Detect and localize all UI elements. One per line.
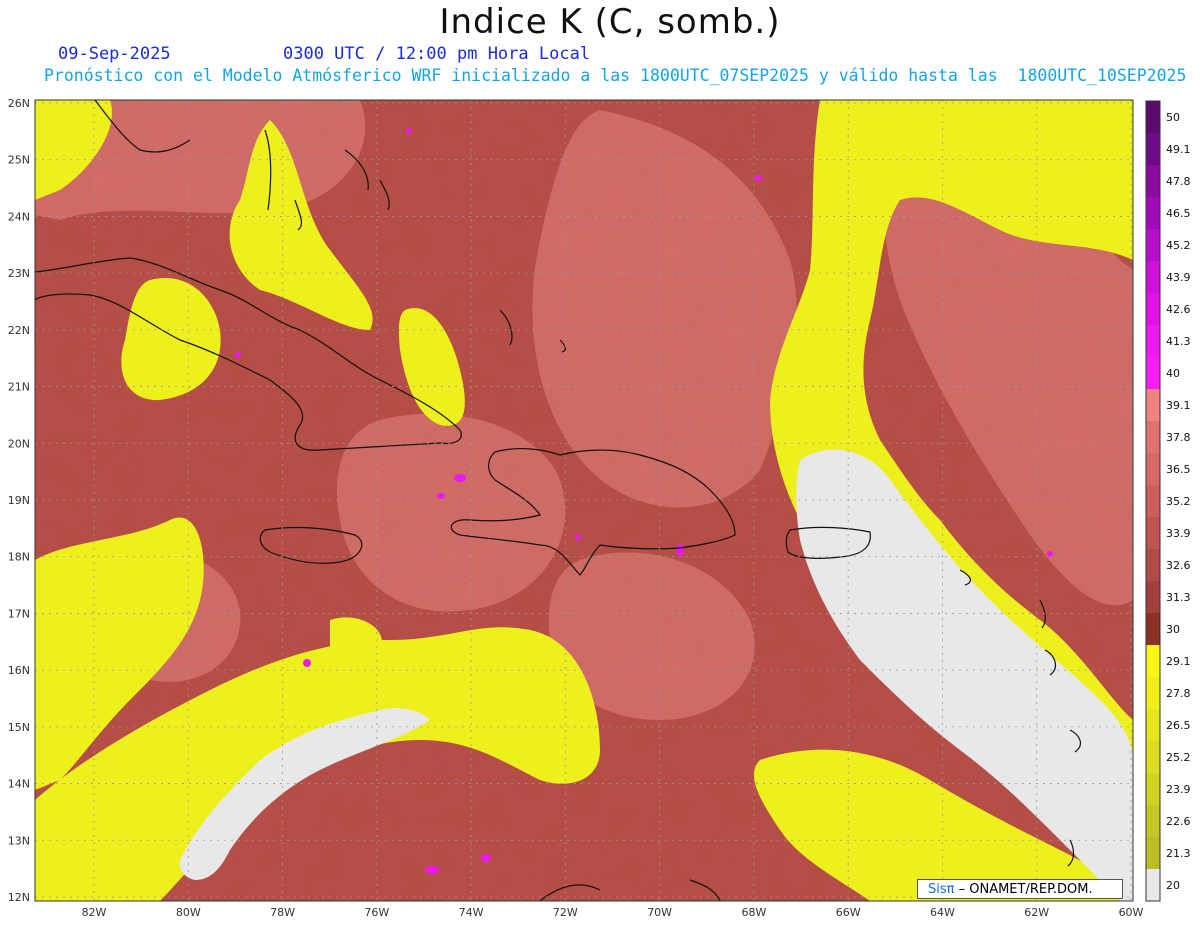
lat-tick-label: 25N <box>8 154 30 167</box>
colorbar-label: 37.8 <box>1166 431 1191 444</box>
lon-tick-label: 62W <box>1024 906 1049 919</box>
lat-tick-label: 17N <box>8 607 30 620</box>
colorbar-swatch <box>1146 261 1160 294</box>
lon-tick-label: 74W <box>459 906 484 919</box>
colorbar-swatch <box>1146 773 1160 806</box>
colorbar-label: 26.5 <box>1166 719 1191 732</box>
lat-tick-label: 23N <box>8 267 30 280</box>
colorbar-label: 21.3 <box>1166 847 1191 860</box>
colorbar-swatch <box>1146 293 1160 326</box>
colorbar-label: 25.2 <box>1166 751 1191 764</box>
colorbar-swatch <box>1146 805 1160 838</box>
lon-tick-label: 70W <box>647 906 672 919</box>
lat-tick-label: 26N <box>8 97 30 110</box>
map-title: Indice K (C, somb.) <box>439 2 781 42</box>
colorbar-swatch <box>1146 645 1160 678</box>
colorbar-label: 49.1 <box>1166 143 1191 156</box>
colorbar-label: 29.1 <box>1166 655 1191 668</box>
colorbar-label: 23.9 <box>1166 783 1191 796</box>
colorbar: 50 49.1 47.8 46.5 45.2 43.9 42.6 41.3 40 39.1 37.8… <box>1145 100 1191 902</box>
colorbar-swatch <box>1146 869 1160 902</box>
lon-tick-label: 68W <box>741 906 766 919</box>
colorbar-swatch <box>1146 549 1160 582</box>
colorbar-label: 31.3 <box>1166 591 1191 604</box>
colorbar-swatch <box>1146 581 1160 614</box>
colorbar-swatch <box>1146 229 1160 262</box>
lat-tick-label: 14N <box>8 778 30 791</box>
credit-brand: Sisπ <box>928 882 955 897</box>
colorbar-swatch <box>1146 485 1160 518</box>
lon-tick-label: 60W <box>1119 906 1144 919</box>
colorbar-label: 39.1 <box>1166 399 1191 412</box>
colorbar-swatch <box>1146 517 1160 550</box>
credit-text: – ONAMET/REP.DOM. <box>958 882 1093 897</box>
k-index-map: 26N 25N 24N 23N 22N 21N 20N 19N 18N 17N 16N 15N 14N 1… <box>8 97 1191 919</box>
colorbar-label: 35.2 <box>1166 495 1191 508</box>
colorbar-swatch <box>1146 165 1160 198</box>
colorbar-swatch <box>1146 613 1160 646</box>
lat-tick-label: 18N <box>8 551 30 564</box>
colorbar-swatch <box>1146 837 1160 870</box>
colorbar-label: 20 <box>1166 879 1180 892</box>
lon-tick-label: 76W <box>364 906 389 919</box>
colorbar-swatch <box>1146 421 1160 454</box>
colorbar-label: 47.8 <box>1166 175 1191 188</box>
colorbar-swatch <box>1146 677 1160 710</box>
lat-tick-label: 20N <box>8 437 30 450</box>
colorbar-label: 30 <box>1166 623 1180 636</box>
lon-tick-label: 64W <box>930 906 955 919</box>
lon-tick-label: 66W <box>836 906 861 919</box>
longitude-labels: 82W 80W 78W 76W 74W 72W 70W 68W 66W 64W 62W 60W <box>82 906 1144 919</box>
colorbar-label: 40 <box>1166 367 1180 380</box>
colorbar-label: 27.8 <box>1166 687 1191 700</box>
lon-tick-label: 82W <box>82 906 107 919</box>
lat-tick-label: 16N <box>8 664 30 677</box>
colorbar-swatch <box>1146 101 1160 134</box>
lat-tick-label: 15N <box>8 721 30 734</box>
colorbar-label: 43.9 <box>1166 271 1191 284</box>
colorbar-swatch <box>1146 709 1160 742</box>
lat-tick-label: 13N <box>8 834 30 847</box>
colorbar-swatch <box>1146 389 1160 422</box>
credit-box: Sisπ – ONAMET/REP.DOM. <box>917 879 1123 899</box>
lat-tick-label: 24N <box>8 210 30 223</box>
colorbar-label: 45.2 <box>1166 239 1191 252</box>
forecast-date: 09-Sep-2025 <box>58 44 171 64</box>
colorbar-swatch <box>1146 325 1160 358</box>
colorbar-label: 42.6 <box>1166 303 1191 316</box>
colorbar-label: 41.3 <box>1166 335 1191 348</box>
plot-area <box>35 100 1133 901</box>
lon-tick-label: 80W <box>176 906 201 919</box>
lat-tick-label: 12N <box>8 891 30 904</box>
colorbar-swatch <box>1146 453 1160 486</box>
forecast-description: Pronóstico con el Modelo Atmósferico WRF… <box>44 66 1187 85</box>
colorbar-label: 50 <box>1166 111 1180 124</box>
lat-tick-label: 19N <box>8 494 30 507</box>
colorbar-swatch <box>1146 197 1160 230</box>
lat-tick-label: 22N <box>8 324 30 337</box>
colorbar-label: 46.5 <box>1166 207 1191 220</box>
colorbar-swatch <box>1146 741 1160 774</box>
lon-tick-label: 72W <box>553 906 578 919</box>
forecast-time: 0300 UTC / 12:00 pm Hora Local <box>283 44 591 64</box>
colorbar-swatch <box>1146 357 1160 390</box>
colorbar-swatch <box>1146 133 1160 166</box>
colorbar-label: 32.6 <box>1166 559 1191 572</box>
colorbar-label: 36.5 <box>1166 463 1191 476</box>
colorbar-label: 22.6 <box>1166 815 1191 828</box>
colorbar-label: 33.9 <box>1166 527 1191 540</box>
latitude-labels: 26N 25N 24N 23N 22N 21N 20N 19N 18N 17N 16N 15N 14N 1… <box>8 97 30 904</box>
lat-tick-label: 21N <box>8 381 30 394</box>
lon-tick-label: 78W <box>270 906 295 919</box>
